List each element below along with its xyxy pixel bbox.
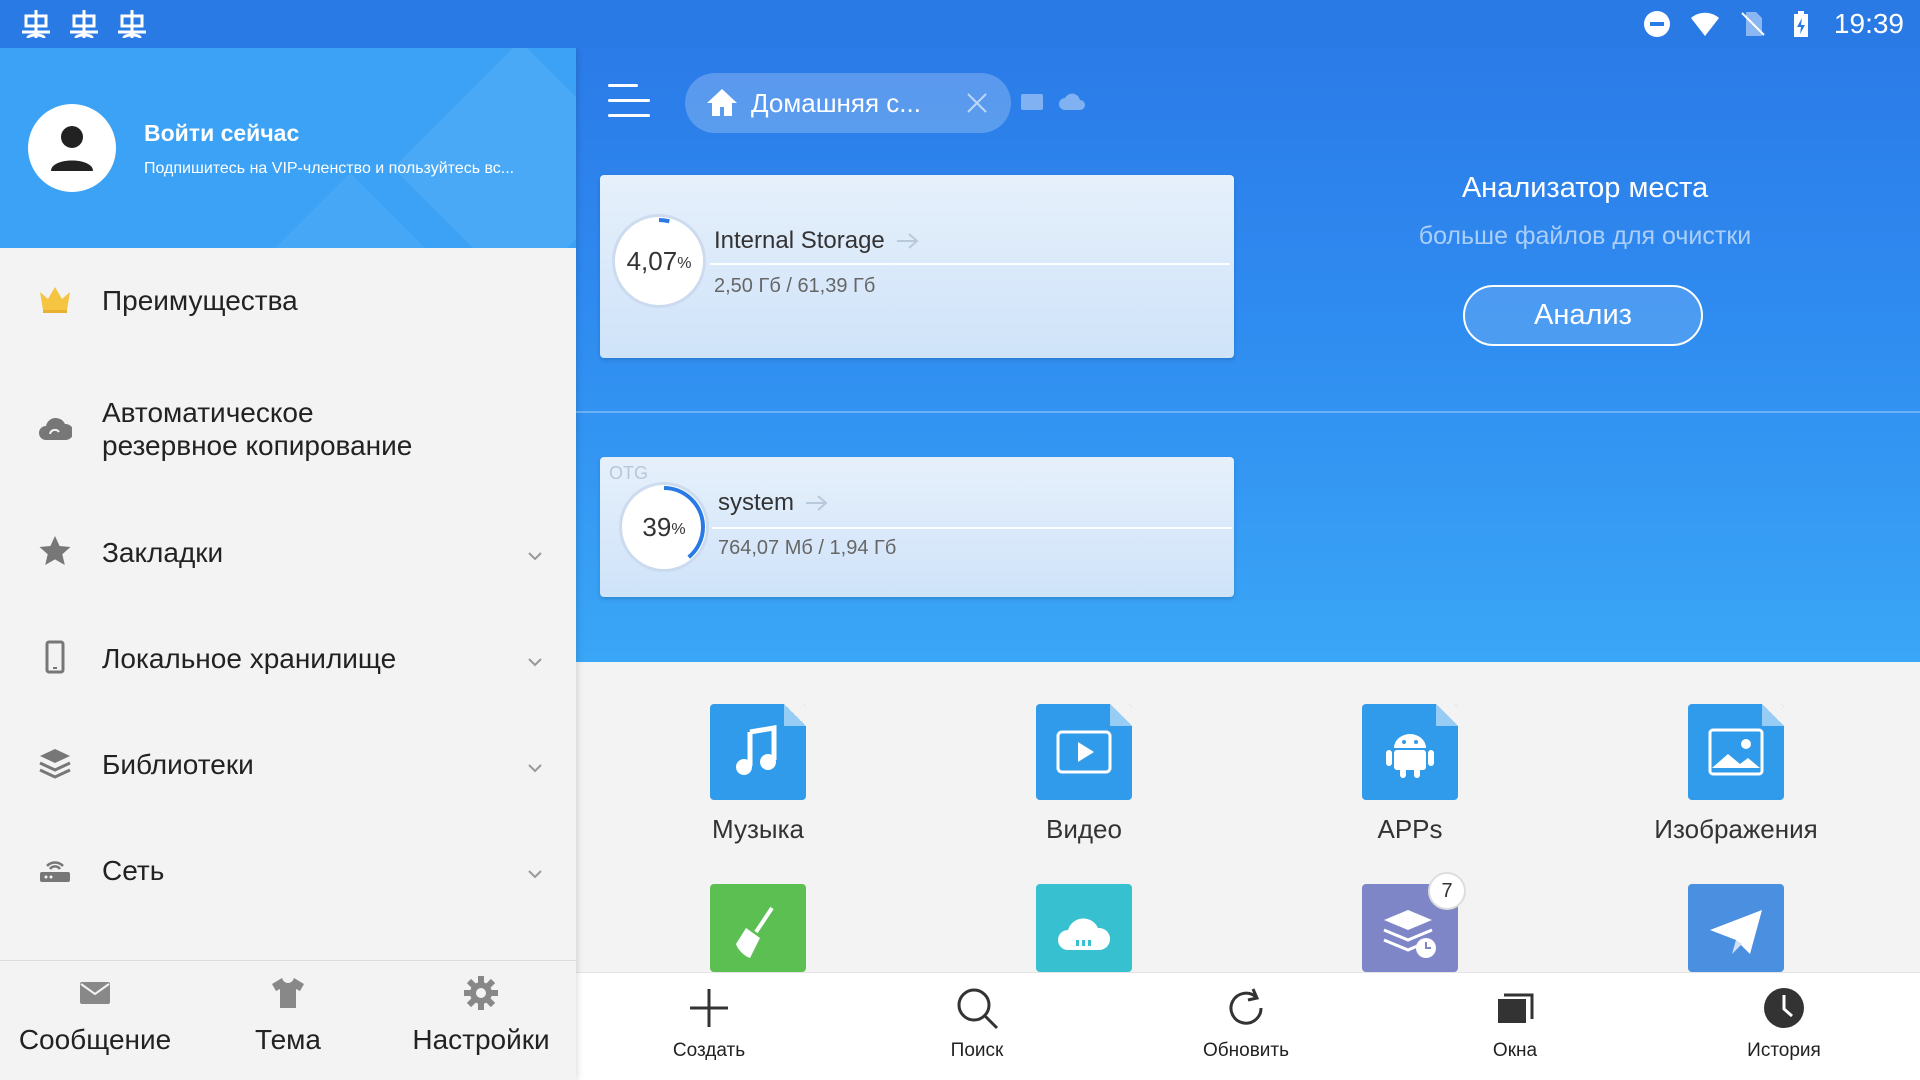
storage-usage: 764,07 Мб / 1,94 Гб [718,537,897,559]
menu-icon [608,84,638,87]
sidebar-item-local-storage[interactable]: Локальное хранилище [0,634,576,704]
cloud-icon[interactable] [1058,90,1086,114]
sidebar-toolbar: Сообщение Тема Настройки [0,960,576,1080]
category-label: Музыка [712,814,804,844]
music-icon [736,725,777,775]
analyzer-subtitle: больше файлов для очистки [1418,222,1752,250]
usage-percent: 4,07 [626,245,678,276]
home-icon [707,89,737,116]
battery-charging-icon [1793,11,1808,37]
router-icon [40,861,70,882]
category-cloud[interactable] [974,884,1194,972]
layers-clock-icon [1383,910,1436,958]
window-icon[interactable] [1020,92,1046,114]
recent-count-badge: 7 [1428,872,1466,910]
chevron-down-icon[interactable] [526,656,544,668]
profile-header[interactable]: Войти сейчас Подпишитесь на VIP-членство… [0,48,576,248]
internal-storage-card[interactable]: 4,07% Internal Storage 2,50 Гб / 61,39 Г… [600,175,1234,358]
otg-label: OTG [609,463,648,483]
layers-icon [39,749,71,779]
category-cleaner[interactable] [648,884,868,972]
category-recent[interactable] [1300,884,1520,972]
bug-icon [22,10,50,39]
android-icon [1386,734,1434,778]
mail-icon [80,982,110,1004]
menu-button[interactable] [608,84,650,122]
storage-name: Internal Storage [714,227,885,254]
sidebar: Войти сейчас Подпишитесь на VIP-членство… [0,48,576,1080]
category-label: Видео [1046,814,1122,844]
usage-ring: 4,07% [615,217,703,305]
close-icon[interactable] [963,89,991,117]
sidebar-item-bookmarks[interactable]: Закладки [0,528,576,598]
sidebar-item-libraries[interactable]: Библиотеки [0,740,576,810]
sidebar-item-auto-backup[interactable]: Автоматическое резервное копирование [0,390,576,480]
bug-icon [70,10,98,39]
search-button[interactable]: Поиск [877,973,1077,1080]
no-sim-icon [1741,12,1765,36]
status-bar: 19:39 [0,0,1920,48]
cloud-icon [1058,918,1111,950]
tshirt-icon [272,978,304,1008]
category-video[interactable]: Видео [974,704,1194,845]
sidebar-item-premium[interactable]: Преимущества [0,280,576,350]
category-images[interactable]: Изображения [1626,704,1846,845]
usage-ring: 39% [622,485,706,569]
user-icon [51,126,93,171]
analyze-button[interactable]: Анализ [1463,285,1703,346]
chevron-down-icon[interactable] [526,868,544,880]
clock: 19:39 [1833,8,1904,39]
wifi-icon [1690,12,1719,36]
crown-icon [40,287,70,313]
chevron-down-icon[interactable] [526,762,544,774]
send-icon [1710,910,1762,954]
login-subtitle: Подпишитесь на VIP-членство и пользуйтес… [144,160,515,177]
theme-button[interactable]: Тема [193,961,383,1080]
tab-home[interactable]: Домашняя с... [685,73,1011,133]
windows-icon [1498,993,1534,1023]
image-icon [1708,728,1764,776]
gear-icon [464,976,498,1010]
search-icon [957,988,999,1030]
windows-button[interactable]: Окна [1415,973,1615,1080]
tab-label: Домашняя с... [751,87,921,118]
arrow-right-icon [806,495,828,511]
system-storage-card[interactable]: OTG 39% system 764,07 Мб / 1,94 Гб [600,457,1234,597]
storage-name: system [718,489,795,516]
main-toolbar: Создать Поиск Обновить Окна История [576,972,1920,1080]
history-button[interactable]: История [1684,973,1884,1080]
phone-icon [45,640,65,674]
analyzer-title: Анализатор места [1461,172,1709,204]
chevron-down-icon[interactable] [526,550,544,562]
video-icon [1056,730,1112,774]
category-apps[interactable]: APPs [1300,704,1520,845]
clock-icon [1764,988,1804,1028]
sidebar-item-network[interactable]: Сеть [0,846,576,916]
star-icon [39,536,71,565]
divider [576,411,1920,413]
arrow-right-icon [896,233,919,249]
broom-icon [736,906,774,958]
bug-icon [118,10,146,39]
avatar[interactable] [28,104,116,192]
cloud-sync-icon [39,417,72,440]
category-label: APPs [1377,814,1443,844]
refresh-button[interactable]: Обновить [1146,973,1346,1080]
create-button[interactable]: Создать [609,973,809,1080]
category-label: Изображения [1654,814,1818,844]
category-music[interactable]: Музыка [648,704,868,845]
plus-icon [690,989,728,1027]
category-send[interactable] [1626,884,1846,972]
settings-button[interactable]: Настройки [386,961,576,1080]
usage-percent: 39 [642,511,672,542]
login-title[interactable]: Войти сейчас [144,120,299,147]
refresh-icon [1229,988,1263,1025]
message-button[interactable]: Сообщение [0,961,190,1080]
do-not-disturb-icon [1643,11,1670,37]
storage-usage: 2,50 Гб / 61,39 Гб [714,275,876,297]
